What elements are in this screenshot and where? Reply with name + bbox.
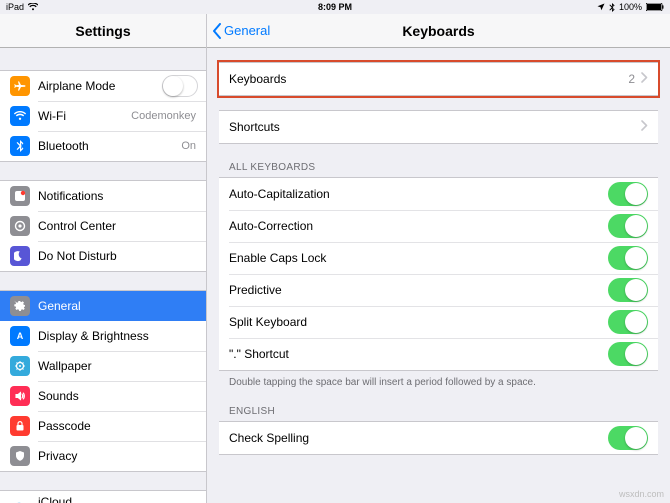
autocap-label: Auto-Capitalization (229, 187, 608, 201)
all-keyboards-header: ALL KEYBOARDS (229, 162, 648, 173)
sidebar-item-dnd[interactable]: Do Not Disturb (0, 241, 206, 271)
sidebar-item-privacy[interactable]: Privacy (0, 441, 206, 471)
clock: 8:09 PM (318, 2, 352, 12)
splitkb-label: Split Keyboard (229, 315, 608, 329)
periodshortcut-label: "." Shortcut (229, 347, 608, 361)
autocorrect-row[interactable]: Auto-Correction (219, 210, 658, 242)
sidebar-item-wifi[interactable]: Wi-Fi Codemonkey (0, 101, 206, 131)
detail-panel: General Keyboards Keyboards 2 (207, 14, 670, 503)
keyboards-count: 2 (628, 72, 635, 86)
wallpaper-icon (10, 356, 30, 376)
chevron-right-icon (641, 118, 648, 136)
capslock-label: Enable Caps Lock (229, 251, 608, 265)
shortcuts-row[interactable]: Shortcuts (219, 111, 658, 143)
wallpaper-label: Wallpaper (38, 359, 206, 373)
dnd-label: Do Not Disturb (38, 249, 206, 263)
sidebar-item-passcode[interactable]: Passcode (0, 411, 206, 441)
autocorrect-toggle[interactable] (608, 214, 648, 238)
autocap-row[interactable]: Auto-Capitalization (219, 178, 658, 210)
periodshortcut-toggle[interactable] (608, 342, 648, 366)
sounds-label: Sounds (38, 389, 206, 403)
gear-icon (10, 296, 30, 316)
sidebar-item-bluetooth[interactable]: Bluetooth On (0, 131, 206, 161)
shortcuts-group: Shortcuts (219, 110, 658, 144)
capslock-row[interactable]: Enable Caps Lock (219, 242, 658, 274)
icloud-icon (10, 498, 30, 503)
sidebar-group-1: Airplane Mode Wi-Fi Codemonkey (0, 70, 206, 162)
sidebar-group-3: General A Display & Brightness Wallpaper (0, 290, 206, 472)
display-icon: A (10, 326, 30, 346)
device-label: iPad (6, 2, 24, 12)
chevron-left-icon (211, 23, 223, 39)
keyboards-label: Keyboards (229, 72, 628, 86)
chevron-right-icon (641, 70, 648, 88)
control-center-icon (10, 216, 30, 236)
sidebar-group-2: Notifications Control Center Do Not Dist… (0, 180, 206, 272)
predictive-toggle[interactable] (608, 278, 648, 302)
predictive-label: Predictive (229, 283, 608, 297)
english-group: Check Spelling (219, 421, 658, 455)
sidebar-item-notifications[interactable]: Notifications (0, 181, 206, 211)
battery-icon (646, 3, 664, 11)
airplane-icon (10, 76, 30, 96)
icloud-label: iCloud (38, 496, 155, 503)
sidebar-item-wallpaper[interactable]: Wallpaper (0, 351, 206, 381)
sidebar-item-icloud[interactable]: iCloud Michael.McConnell@me.com (0, 490, 206, 503)
keyboards-group: Keyboards 2 (219, 62, 658, 96)
period-footer: Double tapping the space bar will insert… (229, 377, 648, 388)
passcode-label: Passcode (38, 419, 206, 433)
back-label: General (224, 23, 270, 38)
keyboards-row[interactable]: Keyboards 2 (219, 63, 658, 95)
wifi-label: Wi-Fi (38, 109, 131, 123)
dnd-icon (10, 246, 30, 266)
wifi-icon (28, 3, 38, 11)
detail-header: General Keyboards (207, 14, 670, 48)
sidebar-item-sounds[interactable]: Sounds (0, 381, 206, 411)
svg-text:A: A (17, 331, 24, 341)
bluetooth-value: On (181, 140, 196, 152)
notifications-label: Notifications (38, 189, 206, 203)
privacy-label: Privacy (38, 449, 206, 463)
wifi-settings-icon (10, 106, 30, 126)
bluetooth-settings-icon (10, 136, 30, 156)
battery-percent: 100% (619, 2, 642, 12)
sounds-icon (10, 386, 30, 406)
bluetooth-icon (609, 3, 615, 12)
periodshortcut-row[interactable]: "." Shortcut (219, 338, 658, 370)
detail-title: Keyboards (402, 23, 474, 39)
airplane-label: Airplane Mode (38, 79, 162, 93)
location-icon (597, 3, 605, 11)
back-button[interactable]: General (211, 23, 270, 39)
sidebar-title: Settings (75, 23, 130, 39)
autocorrect-label: Auto-Correction (229, 219, 608, 233)
settings-sidebar: Settings Airplane Mode (0, 14, 207, 503)
all-keyboards-group: Auto-Capitalization Auto-Correction Enab… (219, 177, 658, 371)
sidebar-header: Settings (0, 14, 206, 48)
splitkb-toggle[interactable] (608, 310, 648, 334)
sidebar-item-general[interactable]: General (0, 291, 206, 321)
capslock-toggle[interactable] (608, 246, 648, 270)
bluetooth-label: Bluetooth (38, 139, 181, 153)
sidebar-item-controlcenter[interactable]: Control Center (0, 211, 206, 241)
english-header: ENGLISH (229, 406, 648, 417)
wifi-value: Codemonkey (131, 110, 196, 122)
watermark: wsxdn.com (619, 489, 664, 499)
status-bar: iPad 8:09 PM 100% (0, 0, 670, 14)
predictive-row[interactable]: Predictive (219, 274, 658, 306)
shortcuts-label: Shortcuts (229, 120, 641, 134)
checkspelling-label: Check Spelling (229, 431, 608, 445)
notifications-icon (10, 186, 30, 206)
checkspelling-row[interactable]: Check Spelling (219, 422, 658, 454)
passcode-icon (10, 416, 30, 436)
autocap-toggle[interactable] (608, 182, 648, 206)
checkspelling-toggle[interactable] (608, 426, 648, 450)
privacy-icon (10, 446, 30, 466)
display-label: Display & Brightness (38, 329, 206, 343)
sidebar-item-display[interactable]: A Display & Brightness (0, 321, 206, 351)
general-label: General (38, 299, 206, 313)
airplane-toggle[interactable] (162, 75, 198, 97)
controlcenter-label: Control Center (38, 219, 206, 233)
splitkb-row[interactable]: Split Keyboard (219, 306, 658, 338)
sidebar-item-airplane[interactable]: Airplane Mode (0, 71, 206, 101)
